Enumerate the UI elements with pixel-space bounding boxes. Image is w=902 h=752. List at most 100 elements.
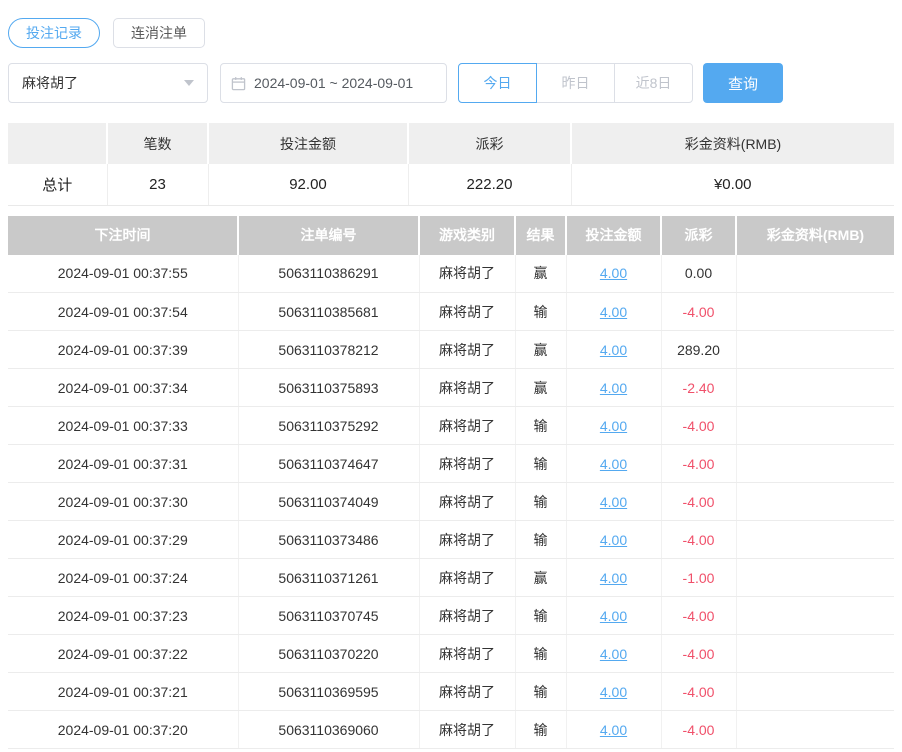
result-cell: 输: [514, 406, 566, 445]
bet-amount-cell: 4.00: [565, 596, 661, 635]
bet-amount-cell: 4.00: [565, 254, 661, 293]
result-cell: 输: [514, 444, 566, 483]
quick-date-buttons: 今日 昨日 近8日: [458, 63, 693, 103]
payout-cell: 0.00: [660, 254, 736, 293]
bonus-cell: [735, 330, 894, 369]
bet-amount-link[interactable]: 4.00: [600, 532, 627, 548]
summary-header-count: 笔数: [106, 123, 208, 164]
table-row: 2024-09-01 00:37:54 5063110385681 麻将胡了输 4.0…: [8, 292, 894, 331]
game-type-cell: 麻将胡了: [418, 634, 515, 673]
chevron-down-icon: [184, 80, 194, 86]
bet-amount-link[interactable]: 4.00: [600, 265, 627, 281]
bet-amount-link[interactable]: 4.00: [600, 342, 627, 358]
search-button[interactable]: 查询: [703, 63, 783, 103]
table-row: 2024-09-01 00:37:23 5063110370745 麻将胡了输 4.0…: [8, 596, 894, 635]
result-cell: 赢: [514, 368, 566, 407]
bet-amount-link[interactable]: 4.00: [600, 418, 627, 434]
bet-time-cell: 2024-09-01 00:37:22: [8, 634, 238, 673]
bet-amount-link[interactable]: 4.00: [600, 722, 627, 738]
result-cell: 输: [514, 520, 566, 559]
table-row: 2024-09-01 00:37:31 5063110374647 麻将胡了输 4.0…: [8, 444, 894, 483]
betting-records-page: 投注记录 连消注单 麻将胡了 2024-09-01 ~ 2024-09-01 今…: [0, 0, 902, 749]
payout-cell: -2.40: [660, 368, 736, 407]
order-id-cell: 5063110371261: [237, 558, 419, 597]
bet-amount-link[interactable]: 4.00: [600, 608, 627, 624]
bet-amount-cell: 4.00: [565, 444, 661, 483]
bonus-cell: [735, 406, 894, 445]
summary-header-bet-amount: 投注金额: [207, 123, 408, 164]
payout-cell: -4.00: [660, 596, 736, 635]
payout-cell: -4.00: [660, 406, 736, 445]
bet-time-cell: 2024-09-01 00:37:34: [8, 368, 238, 407]
bet-amount-link[interactable]: 4.00: [600, 684, 627, 700]
order-id-cell: 5063110386291: [237, 254, 419, 293]
date-range-input[interactable]: 2024-09-01 ~ 2024-09-01: [220, 63, 447, 103]
order-id-cell: 5063110369595: [237, 672, 419, 711]
result-cell: 输: [514, 710, 566, 749]
game-select[interactable]: 麻将胡了: [8, 63, 208, 103]
filter-bar: 麻将胡了 2024-09-01 ~ 2024-09-01 今日 昨日 近8日 查…: [8, 63, 894, 103]
tab-betting-records[interactable]: 投注记录: [8, 18, 100, 48]
summary-header-row: 笔数 投注金额 派彩 彩金资料(RMB): [8, 123, 894, 164]
game-type-cell: 麻将胡了: [418, 672, 515, 711]
order-id-cell: 5063110374049: [237, 482, 419, 521]
records-table: 下注时间 注单编号 游戏类别 结果 投注金额 派彩 彩金资料(RMB) 2024…: [8, 215, 894, 749]
records-header-bet-amount: 投注金额: [565, 215, 661, 255]
bet-amount-link[interactable]: 4.00: [600, 570, 627, 586]
result-cell: 赢: [514, 330, 566, 369]
summary-header-bonus: 彩金资料(RMB): [570, 123, 894, 164]
bonus-cell: [735, 520, 894, 559]
bonus-cell: [735, 482, 894, 521]
tab-cancelled-orders[interactable]: 连消注单: [113, 18, 205, 48]
bonus-cell: [735, 558, 894, 597]
game-type-cell: 麻将胡了: [418, 330, 515, 369]
result-cell: 赢: [514, 254, 566, 293]
bet-amount-link[interactable]: 4.00: [600, 304, 627, 320]
quick-filter-last8days[interactable]: 近8日: [614, 63, 693, 103]
payout-cell: -4.00: [660, 482, 736, 521]
table-row: 2024-09-01 00:37:33 5063110375292 麻将胡了输 4.0…: [8, 406, 894, 445]
bet-amount-cell: 4.00: [565, 520, 661, 559]
bonus-cell: [735, 596, 894, 635]
bet-time-cell: 2024-09-01 00:37:29: [8, 520, 238, 559]
payout-cell: -4.00: [660, 292, 736, 331]
game-type-cell: 麻将胡了: [418, 444, 515, 483]
game-select-value: 麻将胡了: [22, 75, 78, 91]
summary-total-row: 总计 23 92.00 222.20 ¥0.00: [8, 164, 894, 206]
table-row: 2024-09-01 00:37:30 5063110374049 麻将胡了输 4.0…: [8, 482, 894, 521]
order-id-cell: 5063110378212: [237, 330, 419, 369]
summary-table: 笔数 投注金额 派彩 彩金资料(RMB) 总计 23 92.00 222.20 …: [8, 123, 894, 206]
bet-amount-cell: 4.00: [565, 634, 661, 673]
bet-amount-link[interactable]: 4.00: [600, 456, 627, 472]
bet-amount-link[interactable]: 4.00: [600, 646, 627, 662]
bonus-cell: [735, 292, 894, 331]
game-type-cell: 麻将胡了: [418, 254, 515, 293]
bonus-cell: [735, 254, 894, 293]
payout-cell: -4.00: [660, 634, 736, 673]
quick-filter-yesterday[interactable]: 昨日: [536, 63, 615, 103]
quick-filter-today[interactable]: 今日: [458, 63, 537, 103]
bet-amount-link[interactable]: 4.00: [600, 380, 627, 396]
calendar-icon: [231, 76, 246, 91]
game-type-cell: 麻将胡了: [418, 482, 515, 521]
order-id-cell: 5063110370745: [237, 596, 419, 635]
order-id-cell: 5063110369060: [237, 710, 419, 749]
table-row: 2024-09-01 00:37:34 5063110375893 麻将胡了赢 4.0…: [8, 368, 894, 407]
payout-cell: -1.00: [660, 558, 736, 597]
order-id-cell: 5063110375292: [237, 406, 419, 445]
bet-time-cell: 2024-09-01 00:37:54: [8, 292, 238, 331]
order-id-cell: 5063110370220: [237, 634, 419, 673]
records-header-payout: 派彩: [660, 215, 736, 255]
bet-amount-cell: 4.00: [565, 292, 661, 331]
bonus-cell: [735, 444, 894, 483]
game-type-cell: 麻将胡了: [418, 368, 515, 407]
summary-header-payout: 派彩: [407, 123, 571, 164]
bet-amount-cell: 4.00: [565, 672, 661, 711]
result-cell: 输: [514, 596, 566, 635]
records-header-bet-time: 下注时间: [8, 215, 238, 255]
bet-time-cell: 2024-09-01 00:37:20: [8, 710, 238, 749]
bonus-cell: [735, 368, 894, 407]
bet-amount-link[interactable]: 4.00: [600, 494, 627, 510]
payout-cell: -4.00: [660, 444, 736, 483]
summary-total-bet-amount: 92.00: [207, 164, 408, 206]
